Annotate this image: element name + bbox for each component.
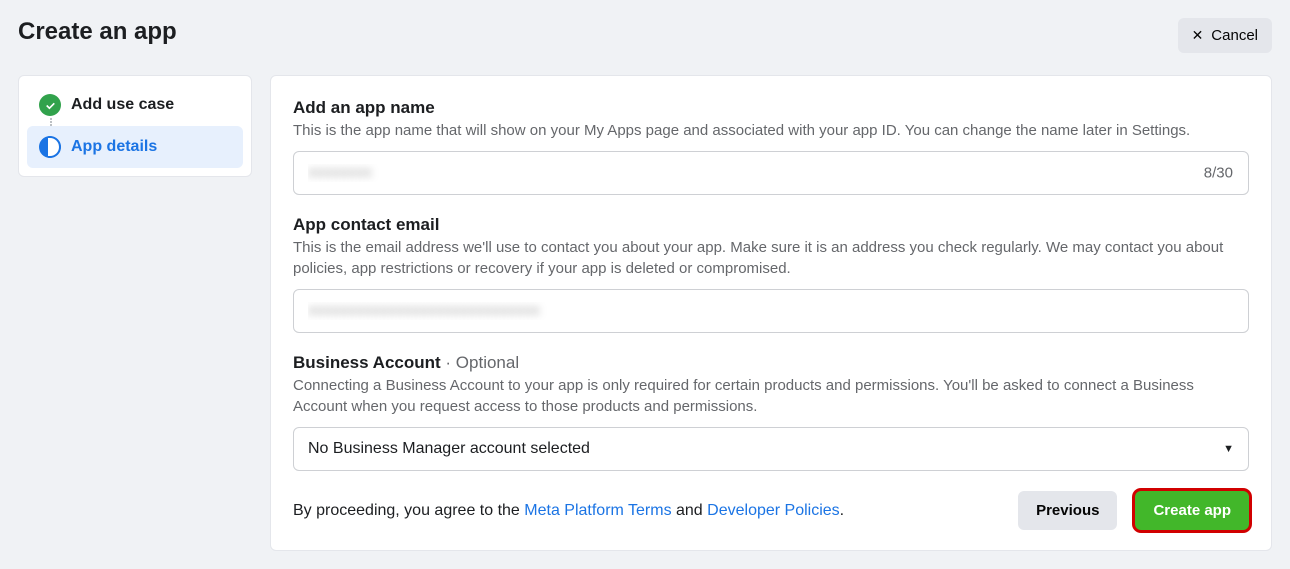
section-title: Add an app name <box>293 98 1249 118</box>
section-title: App contact email <box>293 215 1249 235</box>
app-name-input-wrap: 8/30 <box>293 151 1249 195</box>
page-header: Create an app ✕ Cancel <box>18 18 1272 53</box>
terms-link[interactable]: Meta Platform Terms <box>524 502 671 519</box>
close-icon: ✕ <box>1192 27 1204 44</box>
char-count: 8/30 <box>1204 165 1233 182</box>
optional-label: · Optional <box>441 353 519 372</box>
agree-text: By proceeding, you agree to the Meta Pla… <box>293 502 844 520</box>
section-desc: This is the email address we'll use to c… <box>293 237 1249 279</box>
contact-email-input-wrap <box>293 289 1249 333</box>
contact-email-section: App contact email This is the email addr… <box>293 215 1249 333</box>
check-circle-icon <box>39 94 61 116</box>
section-desc: This is the app name that will show on y… <box>293 120 1249 141</box>
sidebar-item-add-use-case[interactable]: Add use case <box>27 84 243 126</box>
section-desc: Connecting a Business Account to your ap… <box>293 375 1249 417</box>
page-title: Create an app <box>18 18 177 46</box>
create-app-button[interactable]: Create app <box>1135 491 1249 530</box>
chevron-down-icon: ▼ <box>1223 443 1234 455</box>
policies-link[interactable]: Developer Policies <box>707 502 840 519</box>
cancel-label: Cancel <box>1211 27 1258 44</box>
button-row: Previous Create app <box>1018 491 1249 530</box>
select-value: No Business Manager account selected <box>308 440 590 458</box>
sidebar-item-label: Add use case <box>71 96 174 114</box>
app-name-input[interactable] <box>293 151 1249 195</box>
sidebar-item-label: App details <box>71 138 157 156</box>
footer-row: By proceeding, you agree to the Meta Pla… <box>293 491 1249 530</box>
cancel-button[interactable]: ✕ Cancel <box>1178 18 1272 53</box>
wizard-sidebar: Add use case App details <box>18 75 252 177</box>
previous-button[interactable]: Previous <box>1018 491 1117 530</box>
main-panel: Add an app name This is the app name tha… <box>270 75 1272 551</box>
section-title: Business Account · Optional <box>293 353 1249 373</box>
half-circle-icon <box>39 136 61 158</box>
business-account-select[interactable]: No Business Manager account selected ▼ <box>293 427 1249 471</box>
sidebar-item-app-details[interactable]: App details <box>27 126 243 168</box>
business-account-section: Business Account · Optional Connecting a… <box>293 353 1249 471</box>
section-title-text: Business Account <box>293 353 441 372</box>
app-name-section: Add an app name This is the app name tha… <box>293 98 1249 195</box>
contact-email-input[interactable] <box>293 289 1249 333</box>
